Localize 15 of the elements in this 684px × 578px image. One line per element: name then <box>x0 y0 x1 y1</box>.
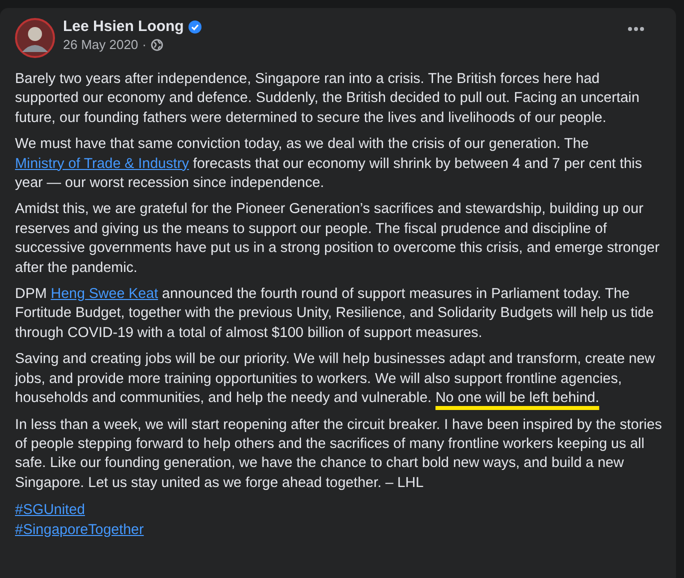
hashtag-link[interactable]: #SGUnited <box>15 501 85 521</box>
author-name[interactable]: Lee Hsien Loong <box>63 18 184 36</box>
post-paragraph: In less than a week, we will start reopening after the circuit breaker. I have been inspired by the stories of people stepping forward to help others and the sacrifices of many frontline workers keeping us all safe. Like our founding generation, we have the chance to chart bold new ways, and build a new Singapore. Let us stay united as we forge ahead together. – LHL <box>15 416 663 493</box>
post-paragraph: DPM Heng Swee Keat announced the fourth round of support measures in Parliament today. The Fortitude Budget, together with the previous Unity, Resilience, and Solidarity Budgets will help us tide through COVID-19 with a total of almost $100 billion of support measures. <box>15 285 655 343</box>
more-options-icon[interactable] <box>627 26 645 32</box>
post-paragraph: Saving and creating jobs will be our priority. We will help businesses adapt and transform, create new jobs, and provide more training opportunities to workers. We will also support frontline agencies, households and communities, and help the needy and vulnerable. No one will be left behind. <box>15 350 656 408</box>
post-paragraph: Barely two years after independence, Singapore ran into a crisis. The British forces here had supported our economy and defence. Suddenly, the British decided to pull out. Facing an uncertain future, our founding fathers were determined to secure the lives and livelihoods of our people. <box>15 70 640 128</box>
post-paragraph: We must have that same conviction today, as we deal with the crisis of our generation. The Ministry of Trade & Industry forecasts that our economy will shrink by between 4 and 7 per cent this year — our worst recession since independence. <box>15 135 643 194</box>
post-date[interactable]: 26 May 2020 <box>63 36 138 54</box>
page-link[interactable]: Ministry of Trade & Industry <box>15 156 190 172</box>
separator-dot: · <box>142 36 147 54</box>
hashtag-link[interactable]: #SingaporeTogether <box>15 520 144 540</box>
page-link[interactable]: Heng Swee Keat <box>50 286 158 302</box>
post-paragraph: Amidst this, we are grateful for the Pioneer Generation’s sacrifices and stewardship, building up our reserves and giving us the means to support our people. The fiscal prudence and discipline of successive governments have put us in a strong position to overcome this crisis, and emerge stronger after the pandemic. <box>15 200 660 278</box>
avatar[interactable] <box>15 18 55 58</box>
